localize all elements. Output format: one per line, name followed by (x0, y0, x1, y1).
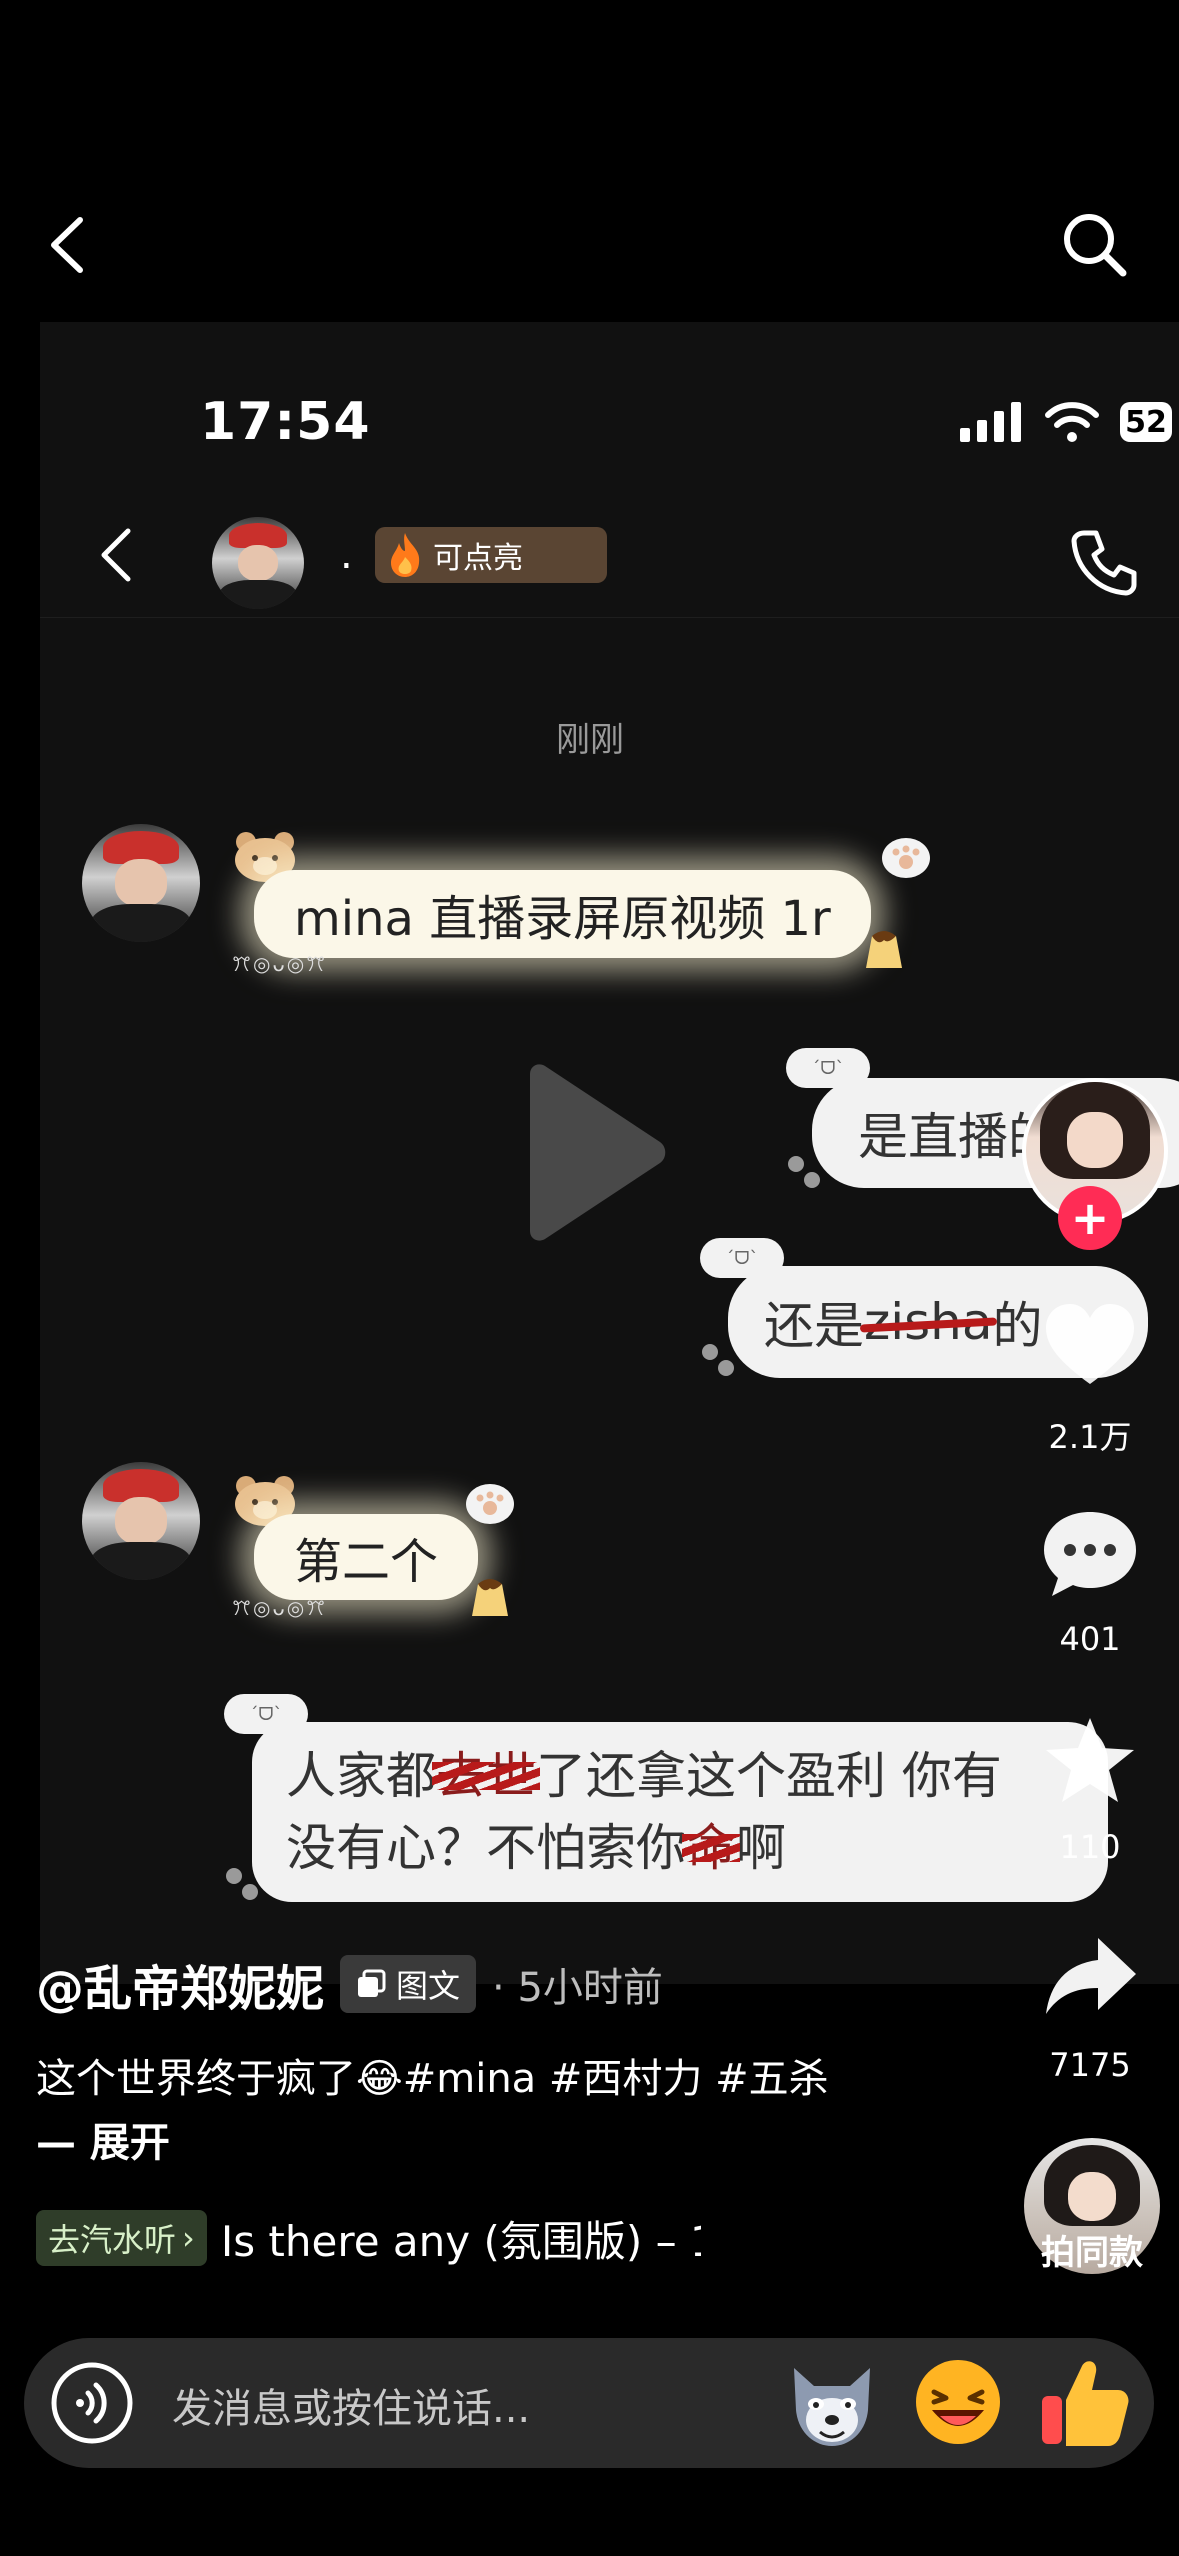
post-type-badge: 图文 (340, 1955, 477, 2013)
status-time: 17:54 (200, 392, 371, 452)
search-icon[interactable] (1055, 205, 1135, 285)
message-bubble-incoming: 第二个 (254, 1514, 479, 1600)
favorite-count: 110 (1059, 1828, 1121, 1866)
music-row[interactable]: 去汽水听 › Is there any (氛围版) – 1 (36, 2208, 701, 2268)
like-count: 2.1万 (1048, 1418, 1132, 1456)
battery-indicator: 52 (1120, 402, 1172, 442)
sticker-caption: ꔫ◎ᴗ◎ꔫ (232, 952, 328, 976)
pudding-icon (866, 931, 902, 968)
pudding-icon (472, 1579, 508, 1616)
streak-badge-label: 可点亮 (433, 541, 523, 576)
music-tag[interactable]: 去汽水听 › (36, 2210, 207, 2266)
paw-badge-icon (466, 1484, 514, 1524)
sender-avatar (82, 824, 200, 942)
star-icon[interactable] (1040, 1712, 1140, 1812)
share-icon[interactable] (1040, 1926, 1140, 2026)
post-type-label: 图文 (396, 1967, 461, 2005)
scribbled-text: 命 (682, 1812, 740, 1884)
back-icon[interactable] (38, 210, 98, 280)
line-text: 了还拿这个盈利 你有 (536, 1747, 1002, 1805)
line-text: 没有心？不怕索你 (286, 1819, 686, 1877)
play-icon[interactable] (510, 1060, 670, 1245)
voice-icon[interactable] (50, 2361, 134, 2445)
struck-text: zisha (864, 1293, 993, 1351)
comment-count: 401 (1059, 1620, 1121, 1658)
flame-icon (391, 533, 420, 577)
same-style-button[interactable]: 拍同款 (1020, 2225, 1164, 2274)
music-title[interactable]: Is there any (氛围版) – 1 (221, 2208, 701, 2269)
message-text: 第二个 (294, 1534, 439, 1590)
message-text-b: 的 (992, 1297, 1043, 1355)
sender-avatar (82, 1462, 200, 1580)
chevron-right-icon: › (182, 2219, 195, 2257)
music-tag-label: 去汽水听 (48, 2221, 177, 2259)
signal-icon (960, 402, 1021, 442)
follow-button[interactable]: + (1058, 1186, 1122, 1250)
paw-badge-icon (882, 838, 930, 878)
message-input[interactable]: 发消息或按住说话... (172, 2376, 530, 2434)
share-count: 7175 (1049, 2046, 1131, 2084)
phone-icon (1070, 527, 1140, 597)
line-text: 人家都 (286, 1747, 436, 1805)
wolf-sticker[interactable] (780, 2350, 884, 2454)
author-row: @乱帝郑妮妮 图文 · 5小时前 (36, 1949, 663, 2019)
heart-icon[interactable] (1040, 1296, 1140, 1396)
message-text: mina 直播录屏原视频 1r (294, 891, 831, 947)
post-image[interactable]: 17:54 52 . 可点亮 刚刚 mina 直播录屏原视频 1r ꔫ◎ᴗ◎ꔫ … (40, 322, 1179, 1984)
streak-badge: 可点亮 (375, 527, 607, 583)
post-time: · 5小时前 (492, 1965, 663, 2011)
gallery-icon (358, 1969, 386, 1997)
thumbs-up-sticker[interactable] (1032, 2350, 1136, 2454)
message-line-2: 没有心？不怕索你命啊 (286, 1812, 786, 1884)
comment-icon[interactable] (1040, 1504, 1140, 1604)
status-icons: 52 (960, 392, 1172, 452)
message-line-1: 人家都去世了还拿这个盈利 你有 (286, 1740, 1002, 1812)
sticker-caption: ꔫ◎ᴗ◎ꔫ (232, 1596, 328, 1620)
line-text: 啊 (736, 1819, 786, 1877)
chat-contact-name: . (340, 532, 353, 578)
chat-contact-avatar (212, 517, 304, 609)
chat-timestamp: 刚刚 (556, 720, 624, 760)
author-name[interactable]: @乱帝郑妮妮 (36, 1949, 324, 2019)
expand-button[interactable]: — 展开 (36, 2110, 170, 2168)
message-text-a: 还是 (764, 1297, 864, 1355)
chat-header: . 可点亮 (40, 487, 1179, 618)
message-input-bar[interactable]: 发消息或按住说话... (24, 2338, 1154, 2468)
chat-back-icon (92, 525, 142, 585)
laughing-sticker[interactable] (906, 2350, 1010, 2454)
message-bubble-incoming: mina 直播录屏原视频 1r (254, 870, 871, 958)
wifi-icon (1045, 402, 1099, 442)
post-caption[interactable]: 这个世界终于疯了😂#mina #西村力 #五杀 (36, 2050, 916, 2108)
message-bubble-outgoing: 人家都去世了还拿这个盈利 你有 没有心？不怕索你命啊 (252, 1722, 1108, 1902)
scribbled-text: 去世 (432, 1740, 540, 1812)
